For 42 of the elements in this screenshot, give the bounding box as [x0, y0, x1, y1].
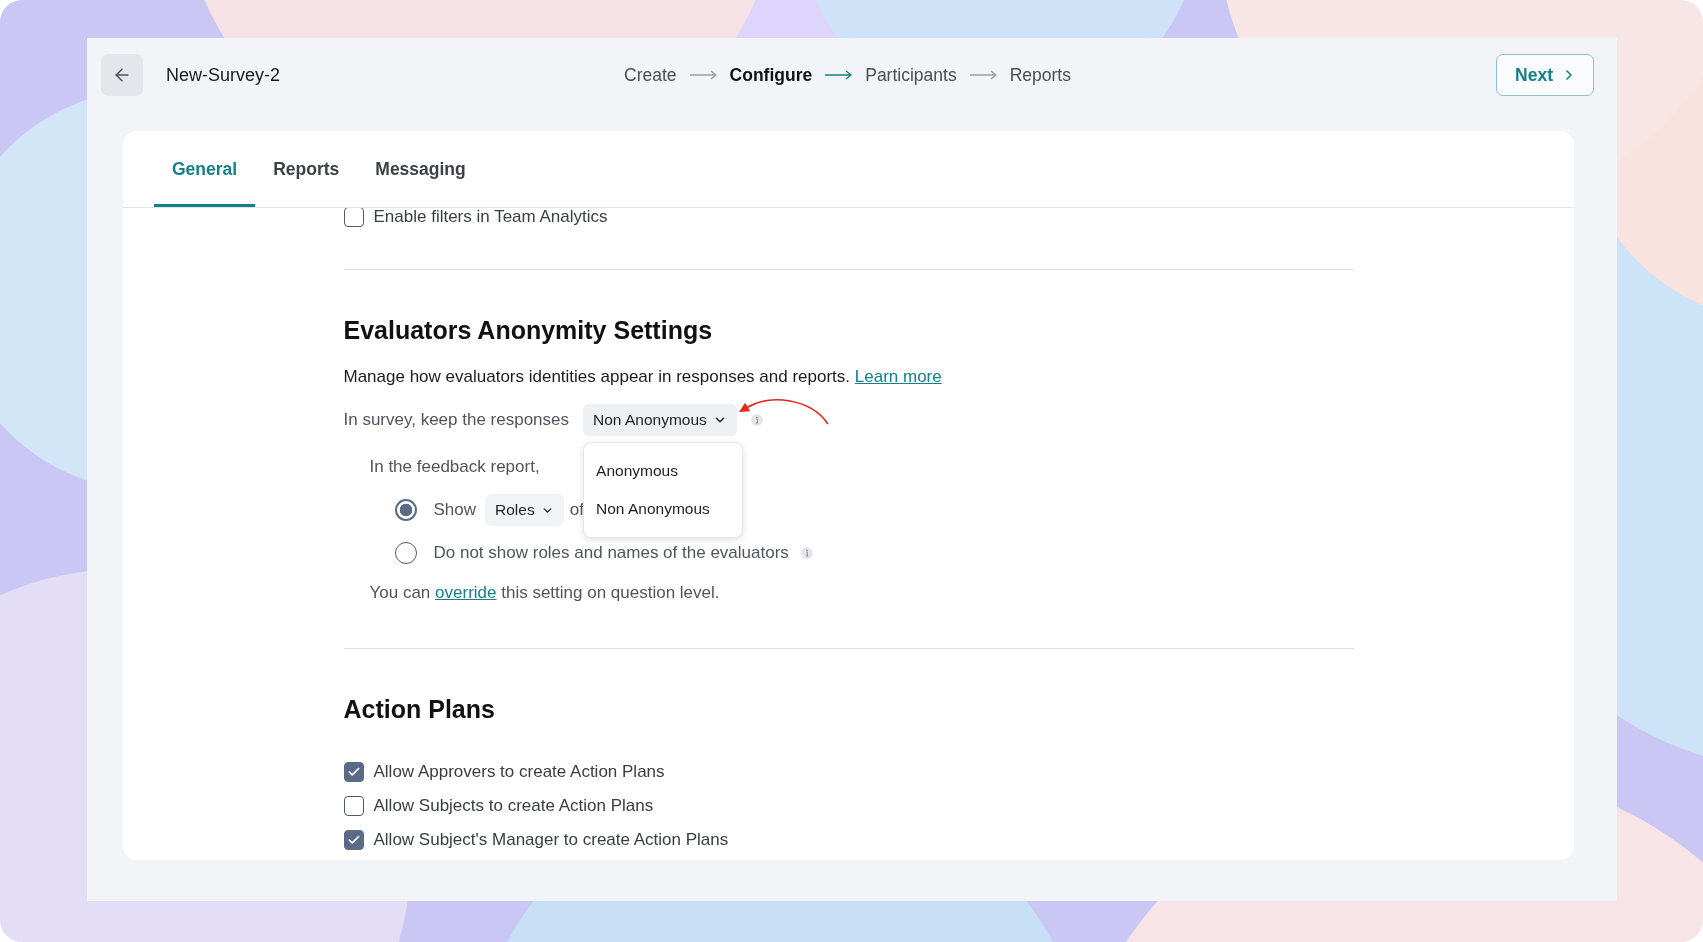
checkbox[interactable]	[343, 762, 364, 782]
wizard-step[interactable]: Reports	[1009, 64, 1071, 86]
checkbox-label: Enable filters in Team Analytics	[373, 208, 608, 227]
wizard-step[interactable]: Create	[624, 64, 677, 86]
tab[interactable]: Reports	[255, 131, 358, 207]
checkbox[interactable]	[343, 796, 364, 816]
right-arrow-icon	[969, 70, 997, 80]
back-button[interactable]	[101, 54, 143, 96]
right-arrow-icon	[689, 70, 717, 80]
tab[interactable]: Messaging	[357, 131, 484, 207]
tab[interactable]: General	[154, 131, 256, 207]
check-icon	[346, 833, 361, 847]
survey-title: New-Survey-2	[166, 64, 281, 86]
menu-item[interactable]: Anonymous	[584, 452, 743, 490]
checkbox[interactable]	[343, 830, 364, 850]
survey-label: In survey, keep the responses	[343, 410, 570, 430]
dropdown-button[interactable]: Roles	[485, 494, 564, 526]
next-button[interactable]: Next	[1496, 54, 1594, 96]
radio-label: Do not show roles and names of the evaluators	[433, 543, 789, 563]
radio-button[interactable]	[394, 499, 417, 521]
menu-item[interactable]: Non Anonymous	[584, 490, 743, 528]
checkbox-label: Allow Subject's Manager to create Action Plans	[373, 830, 729, 850]
report-label: In the feedback report,	[369, 456, 540, 478]
override-note: You can override this setting on question level.	[369, 582, 720, 604]
section-heading: Action Plans	[343, 694, 495, 724]
dropdown-button[interactable]: Non Anonymous	[583, 404, 737, 436]
section-description: Manage how evaluators identities appear in responses and reports. Learn more	[343, 366, 942, 388]
section-heading: Evaluators Anonymity Settings	[343, 315, 713, 345]
checkbox-label: Allow Approvers to create Action Plans	[373, 762, 665, 782]
wizard-step[interactable]: Participants	[865, 64, 957, 86]
right-arrow-icon	[825, 70, 853, 80]
learn-more-link[interactable]: Learn more	[854, 367, 942, 386]
info-icon[interactable]	[750, 414, 763, 426]
override-link[interactable]: override	[435, 583, 497, 602]
checkbox-label: Allow Subjects to create Action Plans	[373, 796, 654, 816]
wizard-step[interactable]: Configure	[729, 64, 813, 86]
checkbox[interactable]	[343, 208, 364, 227]
radio-button[interactable]	[394, 542, 417, 564]
radio-label: Show	[433, 500, 477, 520]
check-icon	[346, 765, 361, 779]
radio-label-suffix: of	[569, 500, 584, 520]
info-icon[interactable]	[800, 547, 813, 559]
